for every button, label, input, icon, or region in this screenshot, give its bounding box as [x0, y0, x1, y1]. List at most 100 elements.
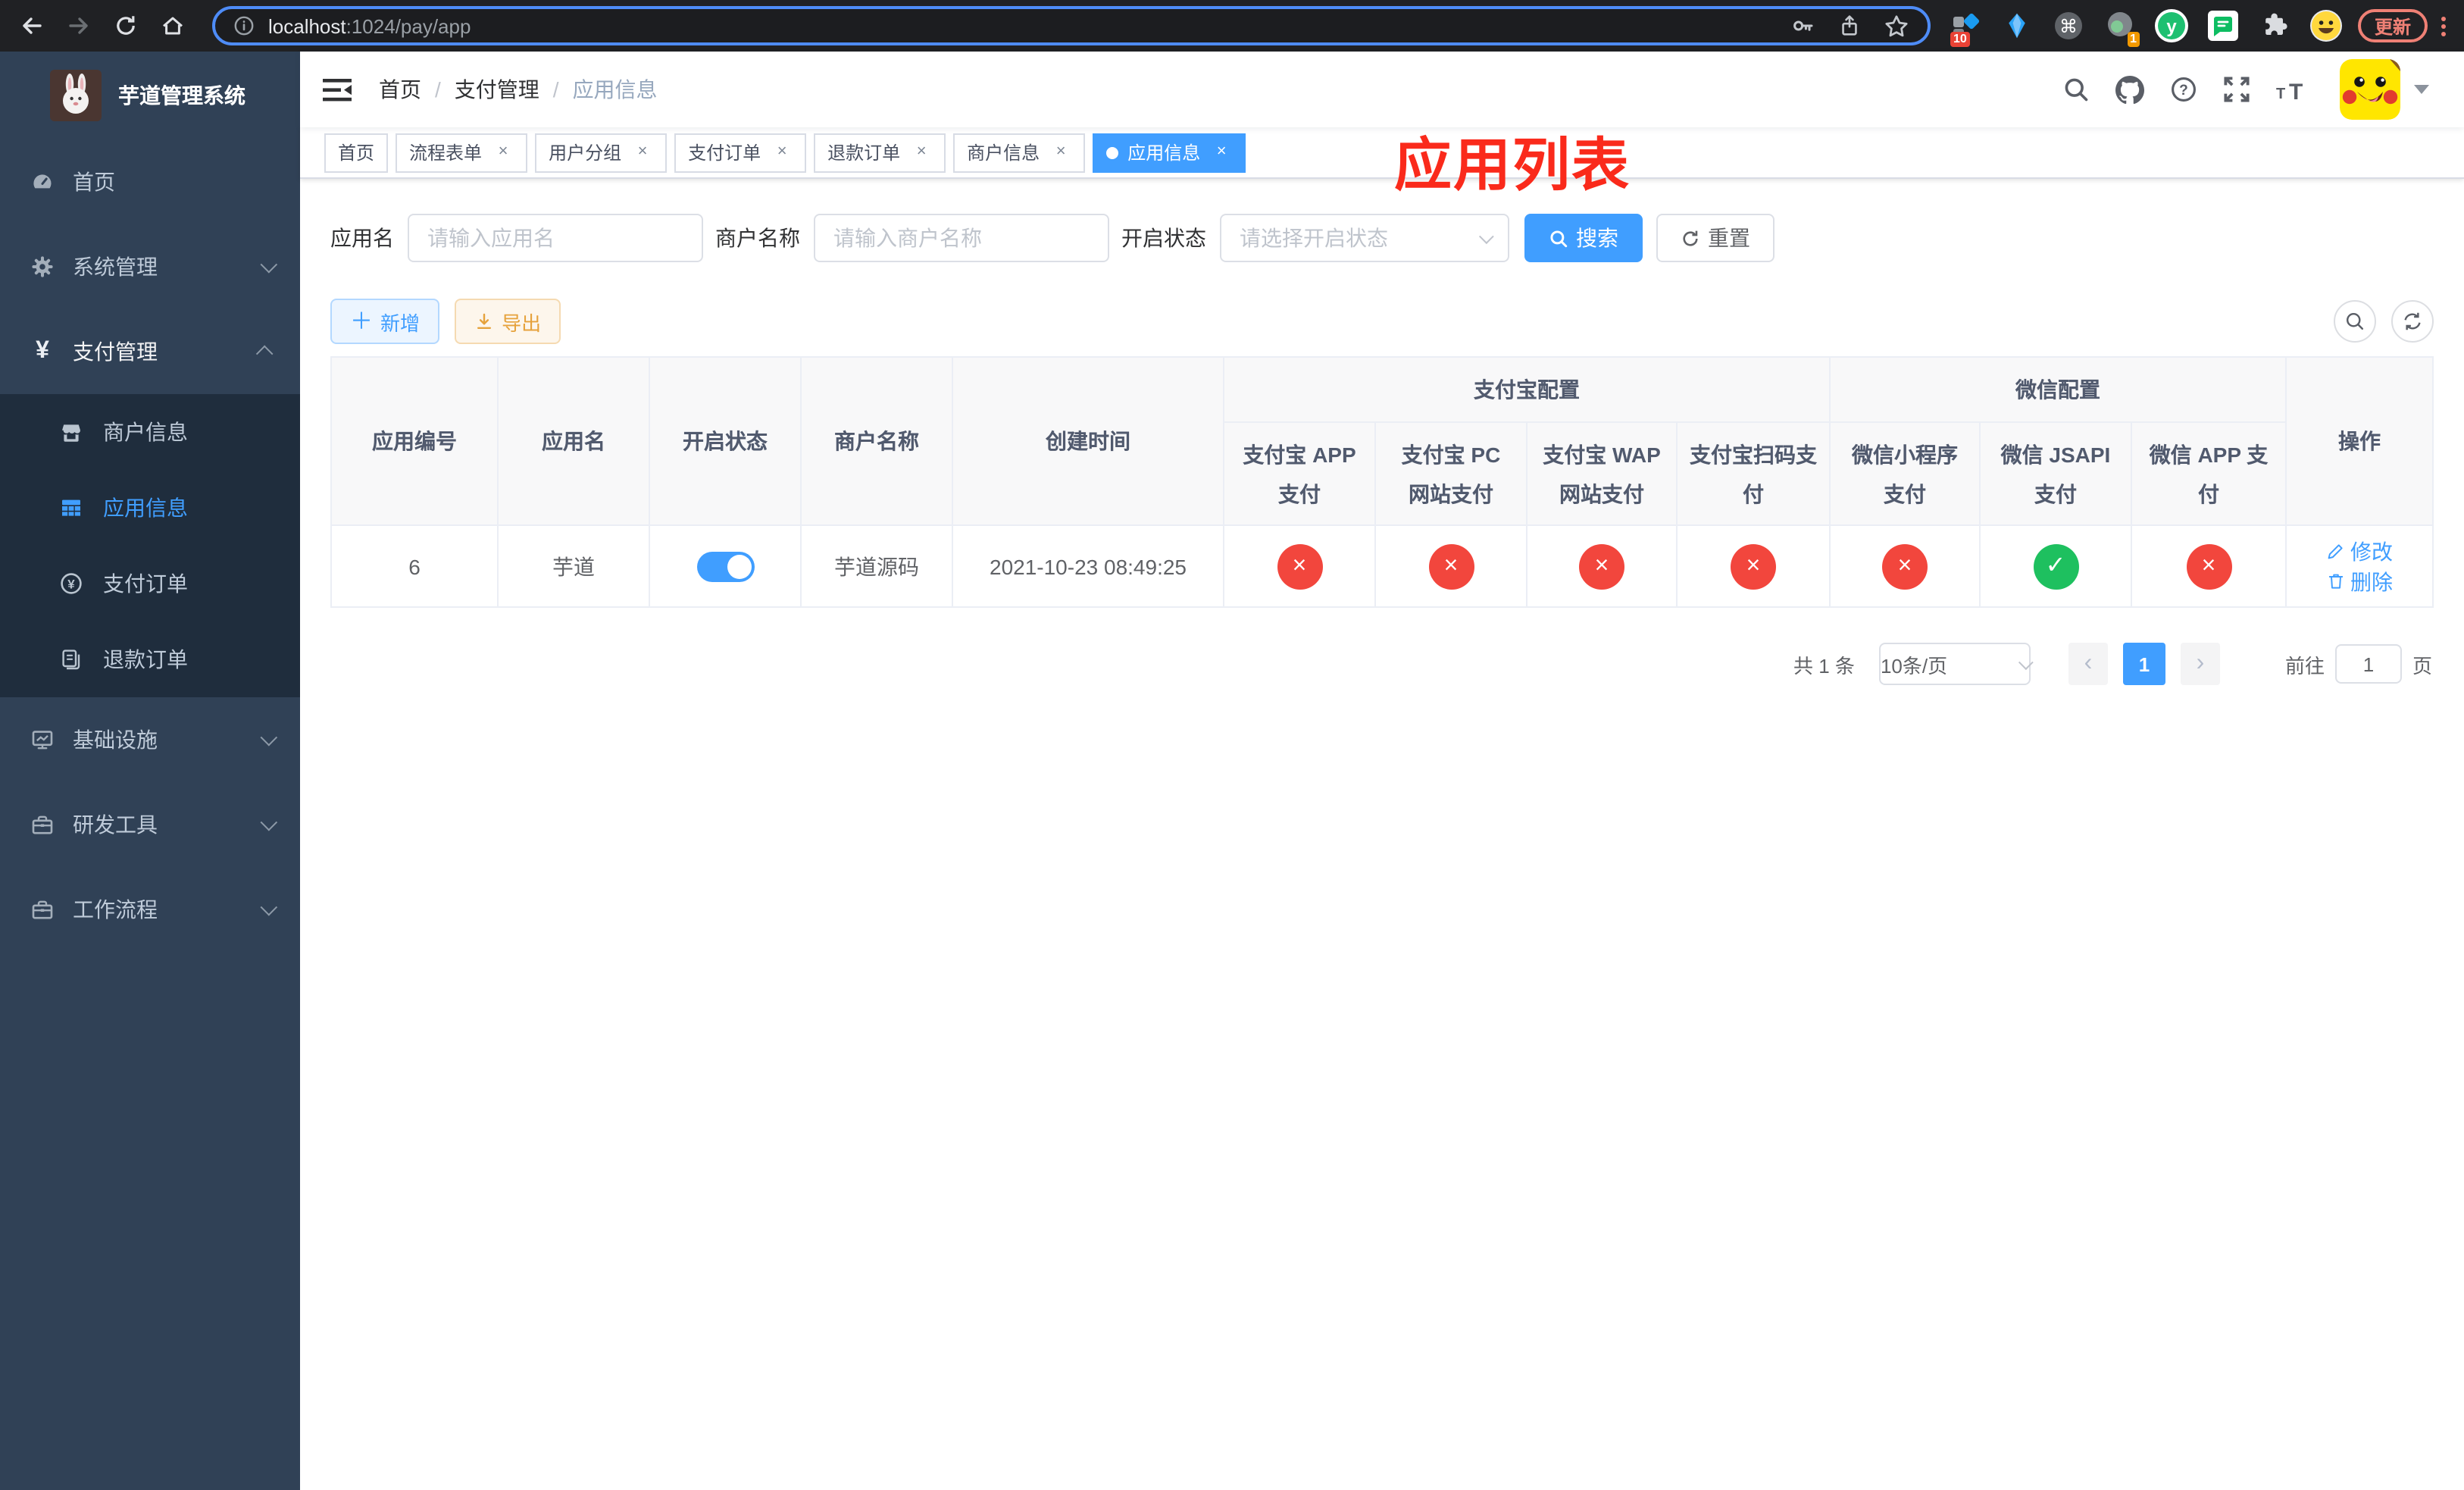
- page-size-select[interactable]: 10条/页: [1878, 643, 2034, 685]
- col-group-alipay: 支付宝配置: [1223, 356, 1831, 423]
- url-text: localhost:1024/pay/app: [268, 14, 471, 37]
- col-app-id: 应用编号: [330, 356, 499, 526]
- close-icon[interactable]: ×: [1211, 142, 1232, 163]
- tab-pay-order[interactable]: 支付订单 ×: [674, 133, 807, 172]
- search-icon[interactable]: [2062, 76, 2090, 103]
- sidebar-item-label: 首页: [73, 170, 115, 194]
- col-alipay-wap: 支付宝 WAP 网站支付: [1526, 421, 1678, 526]
- font-size-icon[interactable]: TT: [2276, 77, 2311, 102]
- status-disabled-icon: ×: [1277, 543, 1322, 589]
- sidebar-item-label: 退款订单: [103, 647, 188, 671]
- extension-gem-icon[interactable]: [1997, 6, 2037, 45]
- export-button[interactable]: 导出: [455, 299, 561, 344]
- refresh-button[interactable]: [2391, 300, 2434, 343]
- close-icon[interactable]: ×: [771, 142, 793, 163]
- url-path: :1024/pay/app: [346, 14, 471, 37]
- status-select[interactable]: 请选择开启状态: [1220, 214, 1509, 262]
- tab-user-group[interactable]: 用户分组 ×: [535, 133, 668, 172]
- plus-icon: ＋: [350, 308, 374, 334]
- sidebar-item-payment[interactable]: ¥ 支付管理: [0, 309, 300, 394]
- extension-command-icon[interactable]: ⌘: [2049, 6, 2088, 45]
- home-icon[interactable]: [153, 6, 192, 45]
- chevron-down-icon: [1478, 228, 1494, 244]
- app-name-input[interactable]: [408, 214, 703, 262]
- github-icon[interactable]: [2115, 75, 2144, 104]
- store-icon: [58, 420, 85, 444]
- delete-link[interactable]: 删除: [2326, 566, 2393, 596]
- col-actions: 操作: [2285, 356, 2434, 526]
- prev-page-button[interactable]: ‹: [2068, 643, 2108, 685]
- close-icon[interactable]: ×: [1050, 142, 1071, 163]
- sidebar-collapse-icon[interactable]: [323, 77, 353, 102]
- reload-icon[interactable]: [106, 6, 145, 45]
- sidebar-item-app-info[interactable]: 应用信息: [0, 470, 300, 546]
- app-logo: 芋道管理系统: [0, 52, 300, 139]
- col-alipay-qr: 支付宝扫码支付: [1676, 421, 1831, 526]
- site-info-icon[interactable]: [233, 15, 255, 36]
- add-button[interactable]: ＋ 新增: [330, 299, 440, 344]
- chevron-up-icon: [255, 345, 274, 363]
- tab-home[interactable]: 首页: [324, 133, 389, 172]
- cell-alipay-pc: ×: [1374, 524, 1527, 608]
- pagination: 共 1 条 10条/页 ‹ 1 › 前往 页: [330, 643, 2434, 685]
- merchant-name-input[interactable]: [814, 214, 1109, 262]
- sidebar-item-merchant-info[interactable]: 商户信息: [0, 394, 300, 470]
- extension-puzzle-icon[interactable]: [2255, 6, 2294, 45]
- extension-badge: 10: [1950, 32, 1970, 47]
- gear-icon: [29, 255, 56, 279]
- extension-blocks-icon[interactable]: 10: [1946, 6, 1985, 47]
- reset-button-label: 重置: [1708, 226, 1750, 250]
- app-name-label: 应用名: [330, 226, 394, 250]
- share-icon[interactable]: [1838, 14, 1861, 38]
- tab-label: 首页: [338, 142, 375, 164]
- breadcrumb-home[interactable]: 首页: [379, 74, 421, 105]
- fullscreen-icon[interactable]: [2223, 76, 2250, 103]
- url-bar[interactable]: localhost:1024/pay/app: [212, 6, 1931, 45]
- tab-refund-order[interactable]: 退款订单 ×: [814, 133, 946, 172]
- user-menu[interactable]: [2340, 59, 2429, 120]
- tab-merchant-info[interactable]: 商户信息 ×: [953, 133, 1086, 172]
- tab-label: 退款订单: [827, 142, 901, 164]
- browser-update-button[interactable]: 更新: [2357, 9, 2428, 42]
- sidebar-item-refund-order[interactable]: 退款订单: [0, 621, 300, 697]
- active-dot: [1106, 146, 1119, 158]
- close-icon[interactable]: ×: [492, 142, 514, 163]
- tab-process-form[interactable]: 流程表单 ×: [396, 133, 528, 172]
- extension-chat-icon[interactable]: [2203, 6, 2243, 45]
- forward-icon[interactable]: [59, 6, 98, 45]
- status-toggle[interactable]: [696, 551, 754, 581]
- search-button[interactable]: 搜索: [1524, 214, 1643, 262]
- status-disabled-icon: ×: [1579, 543, 1624, 589]
- sidebar-item-dev-tools[interactable]: 研发工具: [0, 782, 300, 867]
- table-row: 6 芋道 芋道源码 2021-10-23 08:49:25 × × × × × …: [330, 524, 2434, 608]
- sidebar-item-system[interactable]: 系统管理: [0, 224, 300, 309]
- sidebar-item-pay-order[interactable]: ¥ 支付订单: [0, 546, 300, 621]
- edit-link[interactable]: 修改: [2326, 536, 2393, 566]
- chevron-down-icon: [2414, 85, 2429, 94]
- close-icon[interactable]: ×: [911, 142, 932, 163]
- back-icon[interactable]: [12, 6, 52, 45]
- breadcrumb-payment[interactable]: 支付管理: [455, 74, 539, 105]
- extension-recorder-icon[interactable]: 1: [2100, 6, 2140, 47]
- extension-emoji-icon[interactable]: [2306, 6, 2346, 45]
- goto-page-input[interactable]: [2334, 644, 2402, 684]
- page-number-1[interactable]: 1: [2122, 643, 2165, 685]
- help-icon[interactable]: ?: [2170, 76, 2197, 103]
- sidebar-item-infra[interactable]: 基础设施: [0, 697, 300, 782]
- browser-menu-icon[interactable]: [2441, 16, 2446, 36]
- extension-y-icon[interactable]: y: [2152, 6, 2191, 45]
- toggle-search-button[interactable]: [2334, 300, 2376, 343]
- next-page-button[interactable]: ›: [2180, 643, 2220, 685]
- sidebar-item-workflow[interactable]: 工作流程: [0, 867, 300, 952]
- browser-bar: localhost:1024/pay/app 10 ⌘ 1 y 更新: [0, 0, 2464, 52]
- sidebar-item-home[interactable]: 首页: [0, 139, 300, 224]
- tab-app-info[interactable]: 应用信息 ×: [1093, 133, 1246, 172]
- export-button-label: 导出: [502, 311, 542, 334]
- password-key-icon[interactable]: [1791, 14, 1815, 38]
- bookmark-star-icon[interactable]: [1884, 13, 1909, 39]
- svg-text:T: T: [2289, 79, 2303, 102]
- cell-wechat-jsapi: ✓: [1979, 524, 2132, 608]
- reset-button[interactable]: 重置: [1656, 214, 1775, 262]
- cell-app-name: 芋道: [497, 524, 650, 608]
- close-icon[interactable]: ×: [632, 142, 653, 163]
